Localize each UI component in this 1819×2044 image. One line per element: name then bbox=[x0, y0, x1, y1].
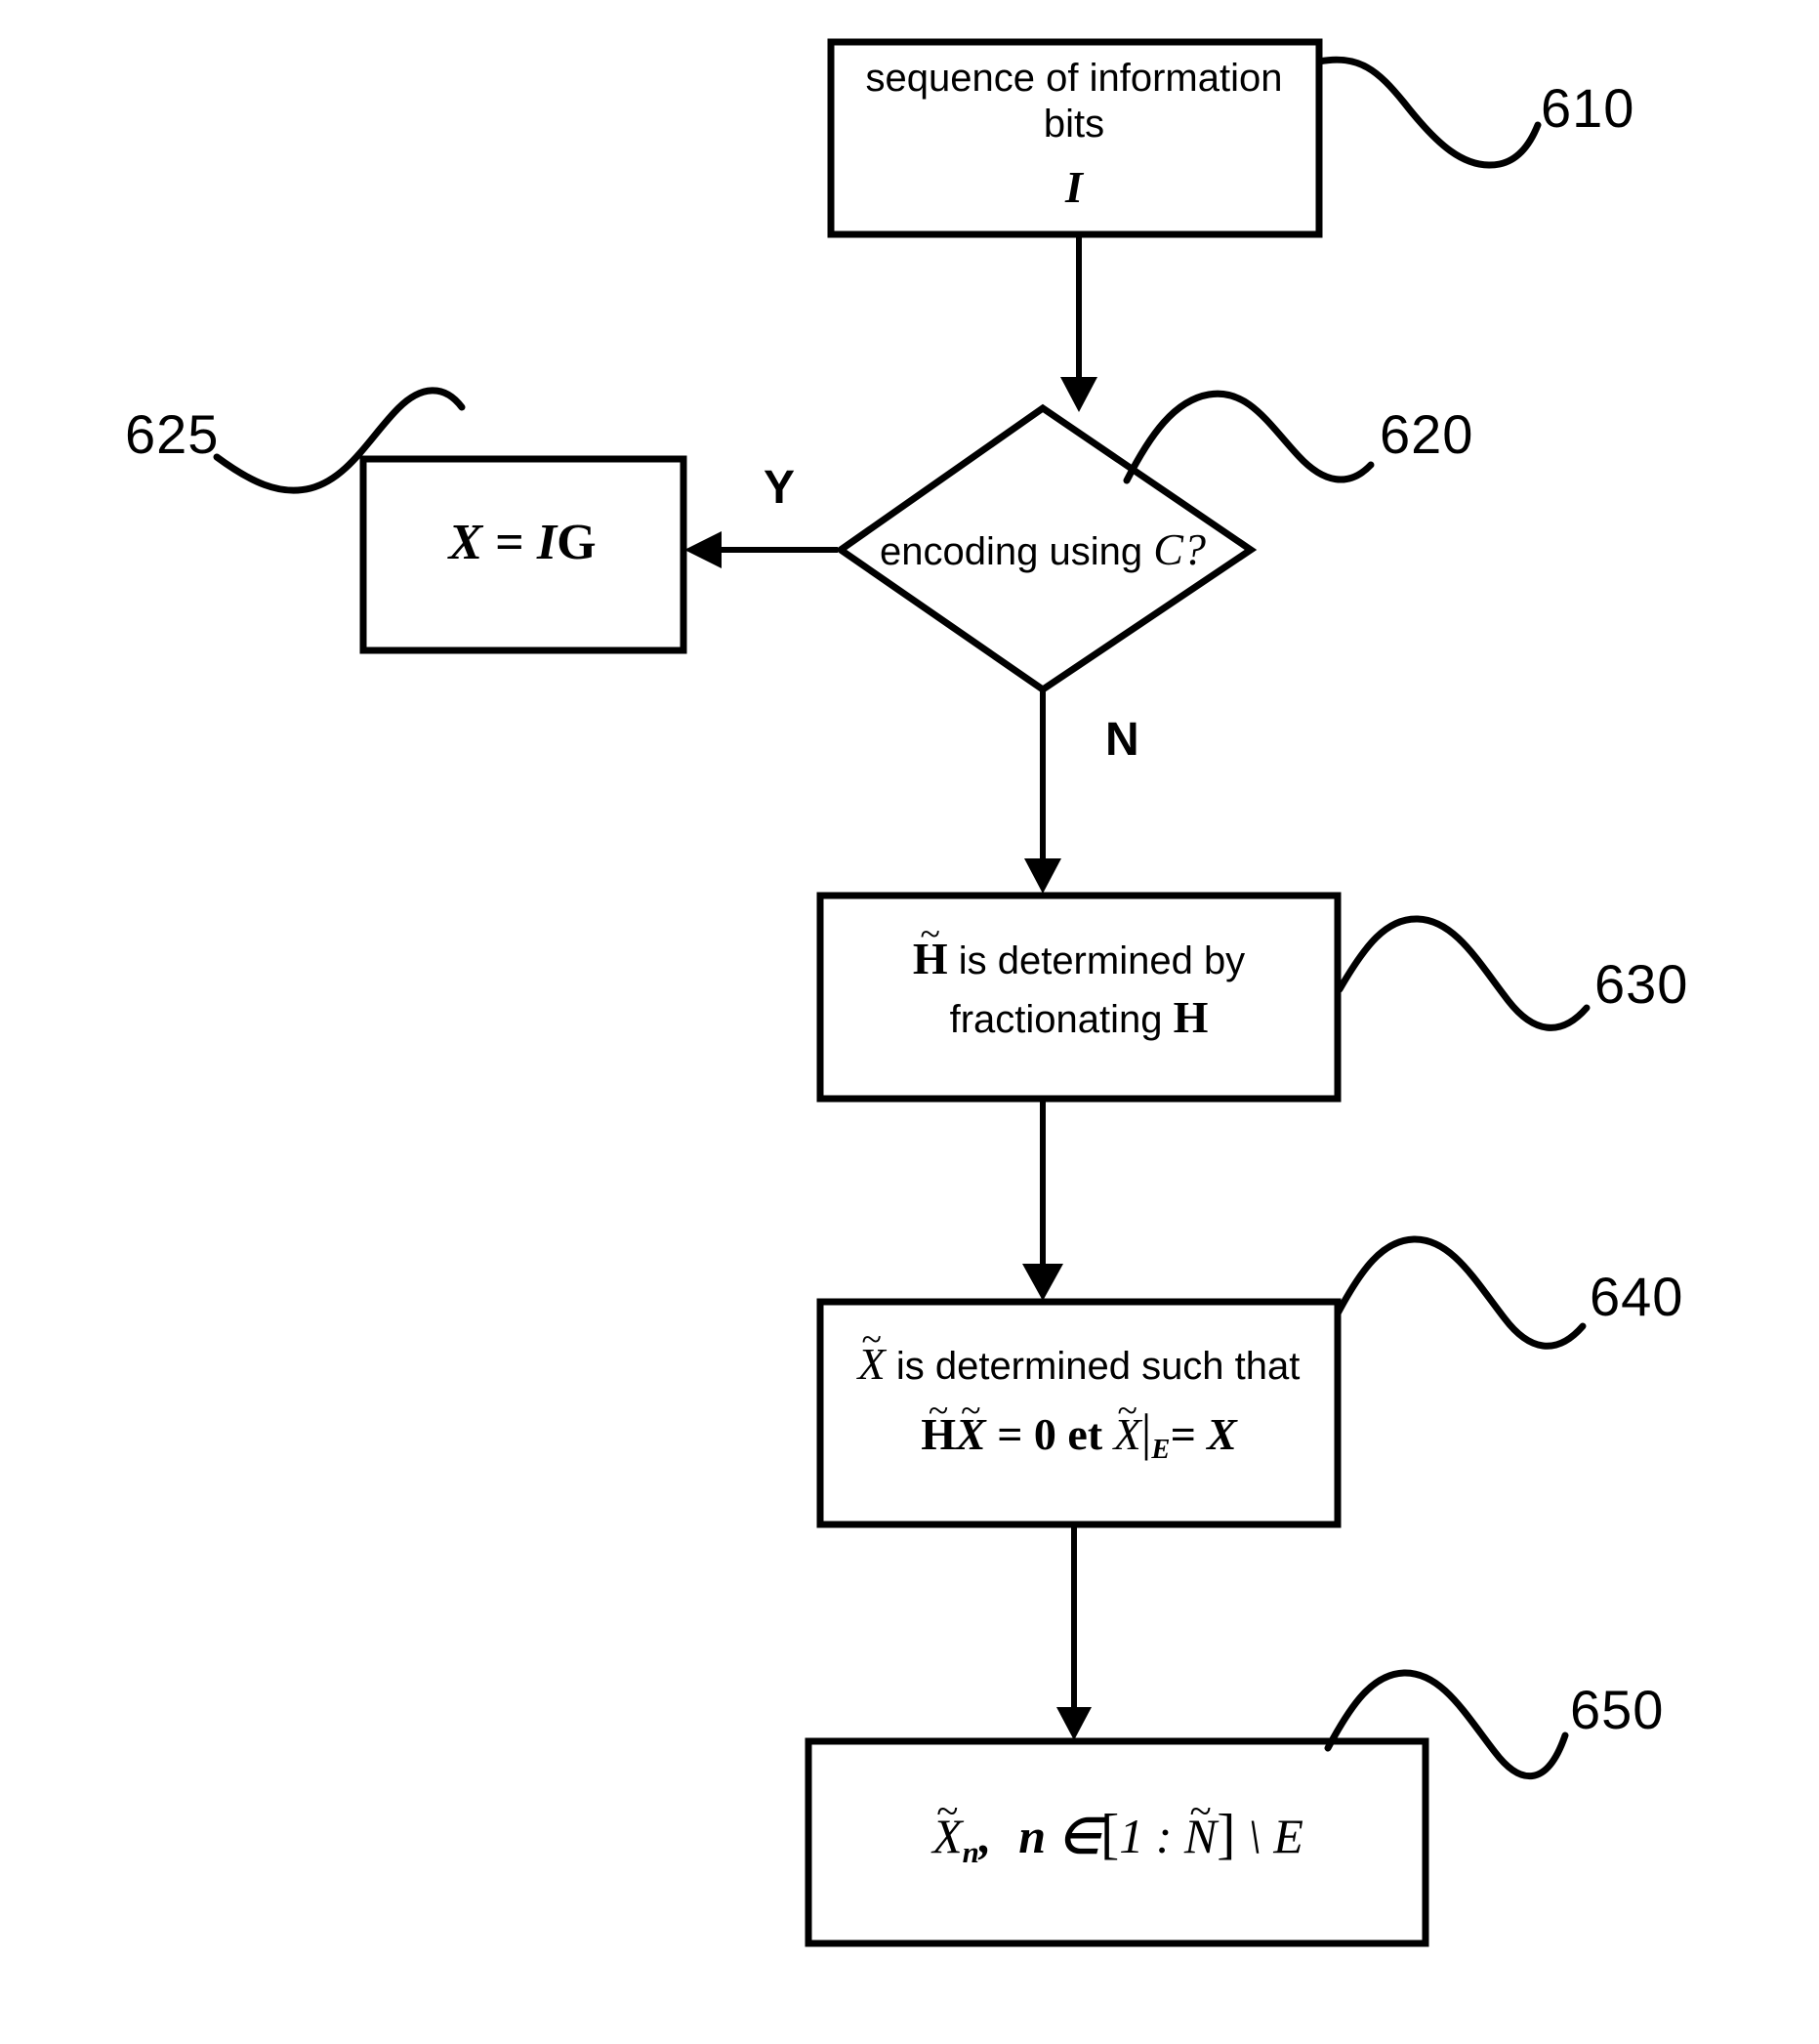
tilde-accent-icon: ~ bbox=[936, 1787, 959, 1833]
node-625-label: X = IG bbox=[363, 513, 682, 572]
edge-label-no: N bbox=[1105, 714, 1139, 766]
node-640-eq-zero: = 0 et bbox=[985, 1409, 1114, 1460]
figure-canvas: sequence of information bits I encoding … bbox=[0, 0, 1819, 2044]
node-640-eq-x: = X bbox=[1170, 1409, 1237, 1460]
node-650-excluded-set: E bbox=[1273, 1809, 1303, 1863]
node-640-x-tilde: ~ X bbox=[857, 1319, 886, 1389]
tilde-accent-icon: ~ bbox=[920, 914, 940, 956]
node-640-line1: ~ X is determined such that bbox=[820, 1319, 1338, 1391]
node-630-line1: ~ H is determined by bbox=[825, 914, 1333, 985]
node-640-label: ~ X is determined such that ~ H ~ X = 0 et ~… bbox=[820, 1319, 1338, 1467]
node-620-label: encoding using C? bbox=[847, 523, 1238, 576]
edge-630-to-640-arrowhead bbox=[1022, 1264, 1063, 1301]
node-650-x-tilde: ~ X bbox=[932, 1787, 963, 1863]
tilde-accent-icon: ~ bbox=[1189, 1787, 1212, 1833]
reference-numeral-640: 640 bbox=[1590, 1266, 1684, 1327]
node-640-restriction-bar: | bbox=[1140, 1404, 1152, 1462]
node-610-line1: sequence of information bbox=[865, 57, 1283, 100]
node-630-label: ~ H is determined by fractionating H bbox=[825, 914, 1333, 1045]
node-610-label: sequence of information bits I bbox=[835, 56, 1313, 215]
edge-610-to-620-arrowhead bbox=[1060, 377, 1097, 412]
node-640-h-tilde: ~ H bbox=[921, 1390, 956, 1460]
node-625-rhs-g: G bbox=[557, 515, 597, 570]
leader-620 bbox=[1123, 390, 1375, 484]
node-650-setminus: \ bbox=[1235, 1809, 1274, 1863]
node-630-line2: fractionating H bbox=[825, 991, 1333, 1044]
node-640-restriction-sub: E bbox=[1151, 1435, 1171, 1466]
node-630-line1-text: is determined by bbox=[947, 939, 1246, 982]
node-650-range-start: 1 : bbox=[1119, 1809, 1184, 1863]
node-650-bracket-open: [ bbox=[1100, 1804, 1120, 1865]
edge-label-yes: Y bbox=[764, 462, 796, 514]
node-640-x1-tilde: ~ X bbox=[956, 1390, 986, 1460]
reference-numeral-650: 650 bbox=[1570, 1679, 1665, 1740]
node-640-line2: ~ H ~ X = 0 et ~ X|E= X bbox=[820, 1390, 1338, 1467]
node-650-comma: , bbox=[978, 1809, 992, 1863]
node-650-x-subscript: n bbox=[962, 1834, 979, 1869]
node-620-symbol: C bbox=[1153, 524, 1183, 574]
leader-640 bbox=[1334, 1235, 1587, 1350]
node-610-symbol: I bbox=[1065, 162, 1083, 213]
node-650-bracket-close: ] bbox=[1217, 1804, 1236, 1865]
node-640-line1-text: is determined such that bbox=[885, 1345, 1301, 1388]
tilde-accent-icon: ~ bbox=[861, 1319, 882, 1361]
reference-numeral-630: 630 bbox=[1594, 953, 1689, 1015]
tilde-accent-icon: ~ bbox=[1117, 1390, 1137, 1432]
reference-numeral-610: 610 bbox=[1541, 77, 1635, 139]
node-625-equals: = bbox=[482, 515, 537, 570]
edge-620-to-625-arrowhead bbox=[684, 531, 722, 568]
node-650-n-tilde: ~ N bbox=[1183, 1787, 1218, 1863]
edge-640-to-650-arrowhead bbox=[1056, 1707, 1092, 1740]
leader-630 bbox=[1336, 915, 1591, 1031]
node-625-lhs: X bbox=[448, 515, 483, 570]
tilde-accent-icon: ~ bbox=[961, 1390, 981, 1432]
node-610-line2: bits bbox=[1043, 103, 1105, 146]
reference-numeral-620: 620 bbox=[1380, 403, 1474, 465]
tilde-accent-icon: ~ bbox=[928, 1390, 949, 1432]
node-630-line2-text: fractionating bbox=[949, 998, 1174, 1042]
edge-620-to-630-arrowhead bbox=[1024, 858, 1061, 894]
node-630-h-tilde: ~ H bbox=[912, 914, 948, 983]
node-625-rhs-i: I bbox=[536, 515, 558, 570]
node-630-h: H bbox=[1173, 992, 1209, 1043]
reference-numeral-625: 625 bbox=[125, 403, 220, 465]
node-640-x2-tilde: ~ X bbox=[1113, 1390, 1141, 1460]
leader-610 bbox=[1315, 56, 1542, 169]
node-620-text-suffix: ? bbox=[1182, 524, 1206, 574]
node-650-membership: n ∈ bbox=[1018, 1809, 1101, 1863]
node-650-label: ~ Xn, n ∈[1 : ~ N] \ E bbox=[815, 1787, 1421, 1870]
node-620-text-prefix: encoding using bbox=[880, 530, 1154, 573]
